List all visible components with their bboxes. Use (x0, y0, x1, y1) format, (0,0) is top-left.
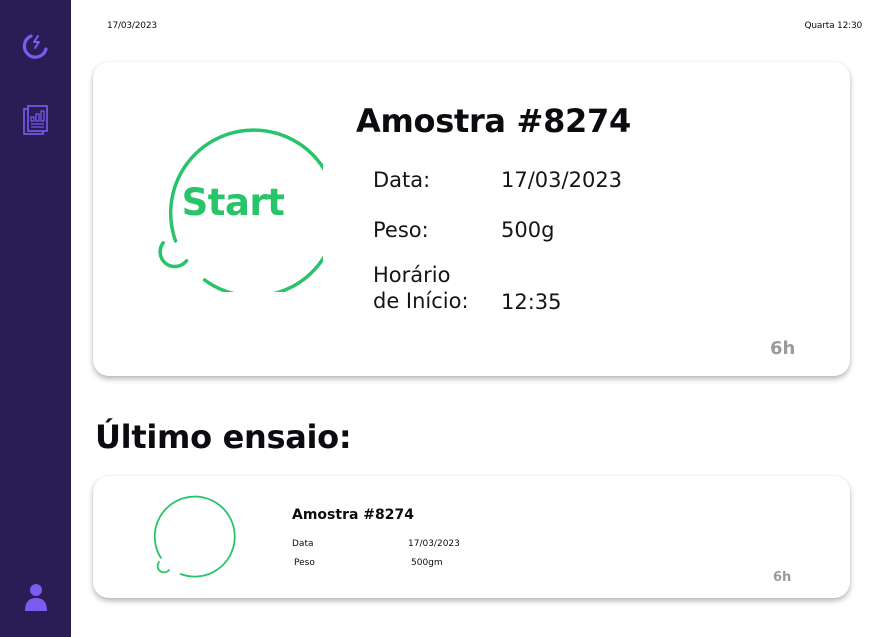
last-duration-badge: 6h (773, 570, 792, 585)
weight-value: 500g (501, 218, 555, 242)
current-sample-card: Start Amostra #8274 Data: 17/03/2023 Pes… (93, 62, 850, 376)
last-weight-label: Peso (294, 558, 315, 568)
start-time-value: 12:35 (501, 290, 562, 314)
user-icon[interactable] (0, 580, 71, 614)
sample-title: Amostra #8274 (356, 102, 631, 140)
report-chart-icon[interactable] (0, 102, 71, 138)
sidebar (0, 0, 71, 637)
start-time-label: Horário de Início: (373, 263, 469, 313)
last-test-card[interactable]: Amostra #8274 Data 17/03/2023 Peso 500gm… (93, 476, 850, 598)
last-test-ring-icon (148, 491, 238, 581)
top-bar: 17/03/2023 Quarta 12:30 (71, 0, 896, 56)
duration-badge: 6h (770, 338, 796, 359)
last-weight-value: 500gm (411, 558, 443, 568)
magnet-bolt-icon[interactable] (0, 24, 71, 64)
weekday-clock: Quarta 12:30 (804, 21, 863, 31)
date-value: 17/03/2023 (501, 168, 623, 192)
start-label: Start (181, 181, 285, 224)
current-date: 17/03/2023 (107, 21, 157, 31)
last-date-label: Data (292, 539, 314, 549)
last-test-title: Amostra #8274 (292, 507, 414, 523)
app: 17/03/2023 Quarta 12:30 Start Amostra #8… (0, 0, 896, 637)
start-button[interactable]: Start (143, 112, 339, 298)
last-test-heading: Último ensaio: (95, 418, 352, 456)
date-label: Data: (373, 168, 431, 192)
weight-label: Peso: (373, 218, 429, 242)
last-date-value: 17/03/2023 (408, 539, 460, 549)
